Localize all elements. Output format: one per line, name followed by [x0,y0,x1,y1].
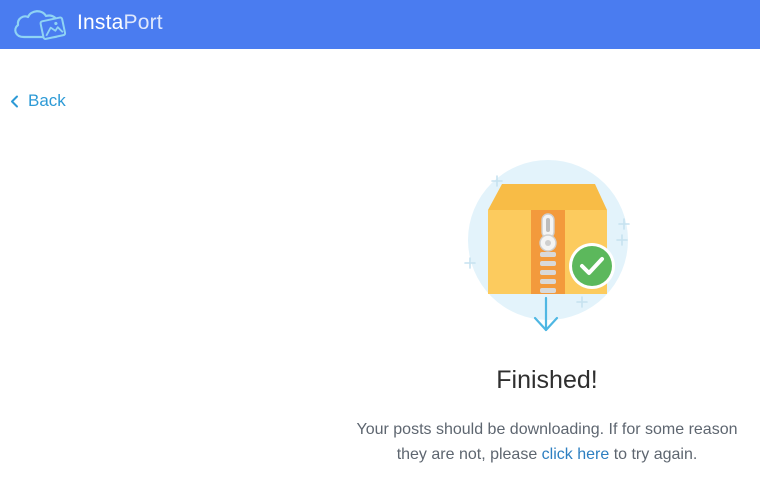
retry-link[interactable]: click here [542,446,610,463]
status-message: Your posts should be downloading. If for… [335,417,759,467]
message-line-1: Your posts should be downloading. If for… [356,421,738,438]
chevron-left-icon [11,95,18,107]
message-line-2-end: to try again. [609,446,698,463]
checkmark-icon [569,243,615,289]
brand-suffix: Port [123,11,163,34]
brand-prefix: Insta [77,11,124,34]
status-title: Finished! [496,366,598,394]
top-bar: InstaPort [0,0,760,49]
cloud-image-icon[interactable] [10,5,68,43]
back-link[interactable]: Back [10,90,66,112]
app-brand[interactable]: InstaPort [77,11,163,35]
zip-archive-icon [464,160,630,332]
message-line-2-start: they are not, please [396,446,542,463]
back-label: Back [28,91,66,110]
